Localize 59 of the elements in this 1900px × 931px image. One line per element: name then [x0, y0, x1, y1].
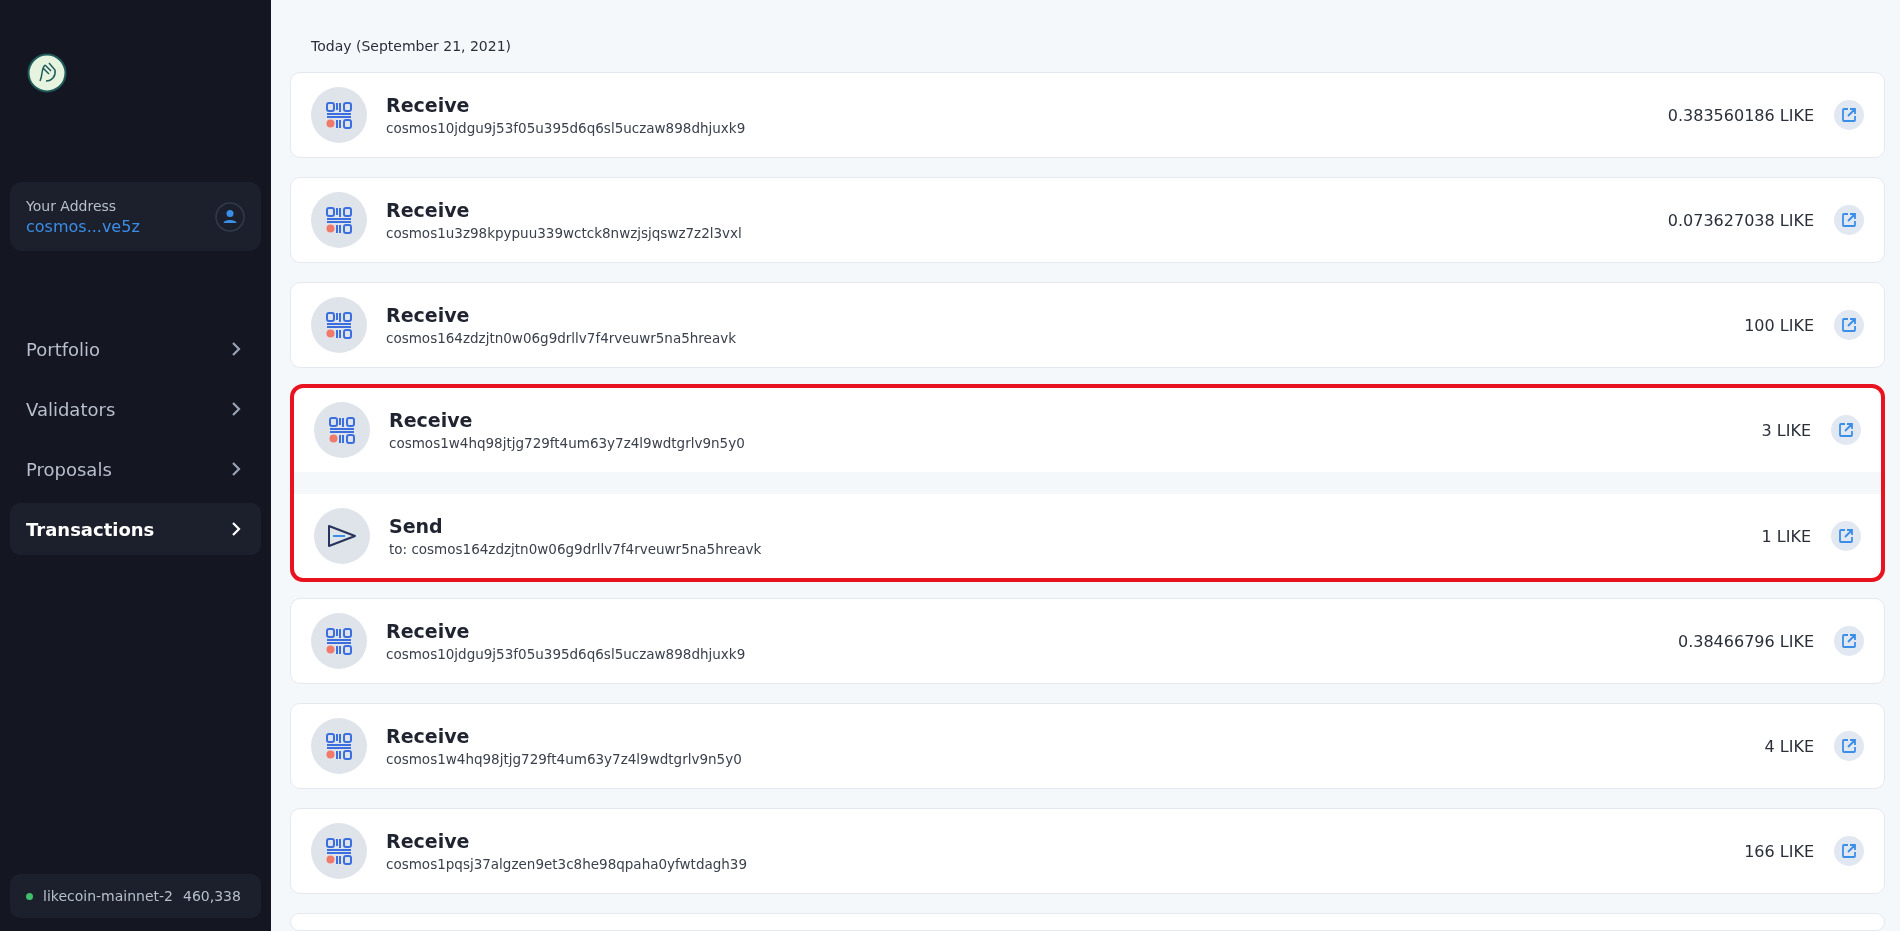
qr-code-icon — [325, 101, 353, 129]
external-link-button[interactable] — [1834, 836, 1864, 866]
external-link-icon — [1841, 633, 1857, 649]
transaction-title: Receive — [386, 620, 471, 642]
external-link-icon — [1841, 738, 1857, 754]
external-link-button[interactable] — [1831, 415, 1861, 445]
transaction-amount: 0.38466796 LIKE — [1677, 631, 1814, 651]
external-link-icon — [1841, 317, 1857, 333]
external-link-button[interactable] — [1834, 626, 1864, 656]
external-link-icon — [1838, 528, 1854, 544]
transaction-address: cosmos164zdzjtn0w06g9drllv7f4rveuwr5na5hreavk — [386, 330, 737, 346]
transaction-title: Receive — [386, 199, 471, 221]
transaction-address: to: cosmos164zdzjtn0w06g9drllv7f4rveuwr5na5hreavk — [389, 541, 763, 557]
transaction-address: cosmos1u3z98kpypuu339wctck8nwzjsjqswz7z2l3vxl — [386, 225, 743, 241]
transaction-amount: 0.073627038 LIKE — [1667, 210, 1814, 230]
external-link-button[interactable] — [1831, 521, 1861, 551]
transaction-amount: 3 LIKE — [1761, 420, 1811, 440]
nav-item[interactable]: Transactions — [10, 503, 261, 555]
external-link-icon — [1841, 212, 1857, 228]
transaction-title: Receive — [386, 830, 471, 852]
transaction-address: cosmos1w4hq98jtjg729ft4um63y7z4l9wdtgrlv9n5y0 — [386, 751, 743, 767]
transaction-amount: 166 LIKE — [1744, 841, 1814, 861]
qr-code-icon — [325, 627, 353, 655]
external-link-button[interactable] — [1834, 310, 1864, 340]
transaction-amount: 1 LIKE — [1761, 526, 1811, 546]
qr-code-icon — [325, 311, 353, 339]
external-link-button[interactable] — [1834, 731, 1864, 761]
network-name: likecoin-mainnet-2 — [43, 888, 173, 904]
external-link-icon — [1838, 422, 1854, 438]
transaction-address: cosmos1pqsj37algzen9et3c8he98qpaha0yfwtdagh39 — [386, 856, 749, 872]
transaction-address: cosmos1w4hq98jtjg729ft4um63y7z4l9wdtgrlv9n5y0 — [389, 435, 746, 451]
qr-code-icon — [325, 206, 353, 234]
address-link[interactable]: cosmos...ve5z — [26, 216, 140, 236]
external-link-icon — [1841, 107, 1857, 123]
transaction-title: Receive — [386, 304, 471, 326]
transaction-title: Receive — [386, 94, 471, 116]
block-height: 460,338 — [183, 888, 241, 904]
qr-code-icon — [325, 732, 353, 760]
address-label: Your Address — [26, 197, 118, 214]
transaction-amount: 0.383560186 LIKE — [1667, 105, 1814, 125]
logo-icon[interactable] — [27, 53, 67, 93]
transaction-title: Receive — [386, 725, 471, 747]
send-icon — [327, 524, 357, 548]
transaction-address: cosmos10jdgu9j53f05u395d6q6sl5uczaw898dhjuxk9 — [386, 120, 747, 136]
transaction-address: cosmos10jdgu9j53f05u395d6q6sl5uczaw898dhjuxk9 — [386, 646, 747, 662]
date-heading: Today (September 21, 2021) — [311, 38, 513, 54]
user-icon[interactable] — [215, 201, 245, 232]
nav-item[interactable]: Portfolio — [10, 323, 261, 375]
transaction-title: Receive — [389, 409, 474, 431]
nav-item[interactable]: Validators — [10, 383, 261, 435]
nav-item[interactable]: Proposals — [10, 443, 261, 495]
external-link-icon — [1841, 843, 1857, 859]
external-link-button[interactable] — [1834, 205, 1864, 235]
qr-code-icon — [328, 416, 356, 444]
transaction-amount: 100 LIKE — [1744, 315, 1814, 335]
external-link-button[interactable] — [1834, 100, 1864, 130]
qr-code-icon — [325, 837, 353, 865]
transaction-amount: 4 LIKE — [1764, 736, 1814, 756]
transaction-title: Send — [389, 515, 444, 537]
